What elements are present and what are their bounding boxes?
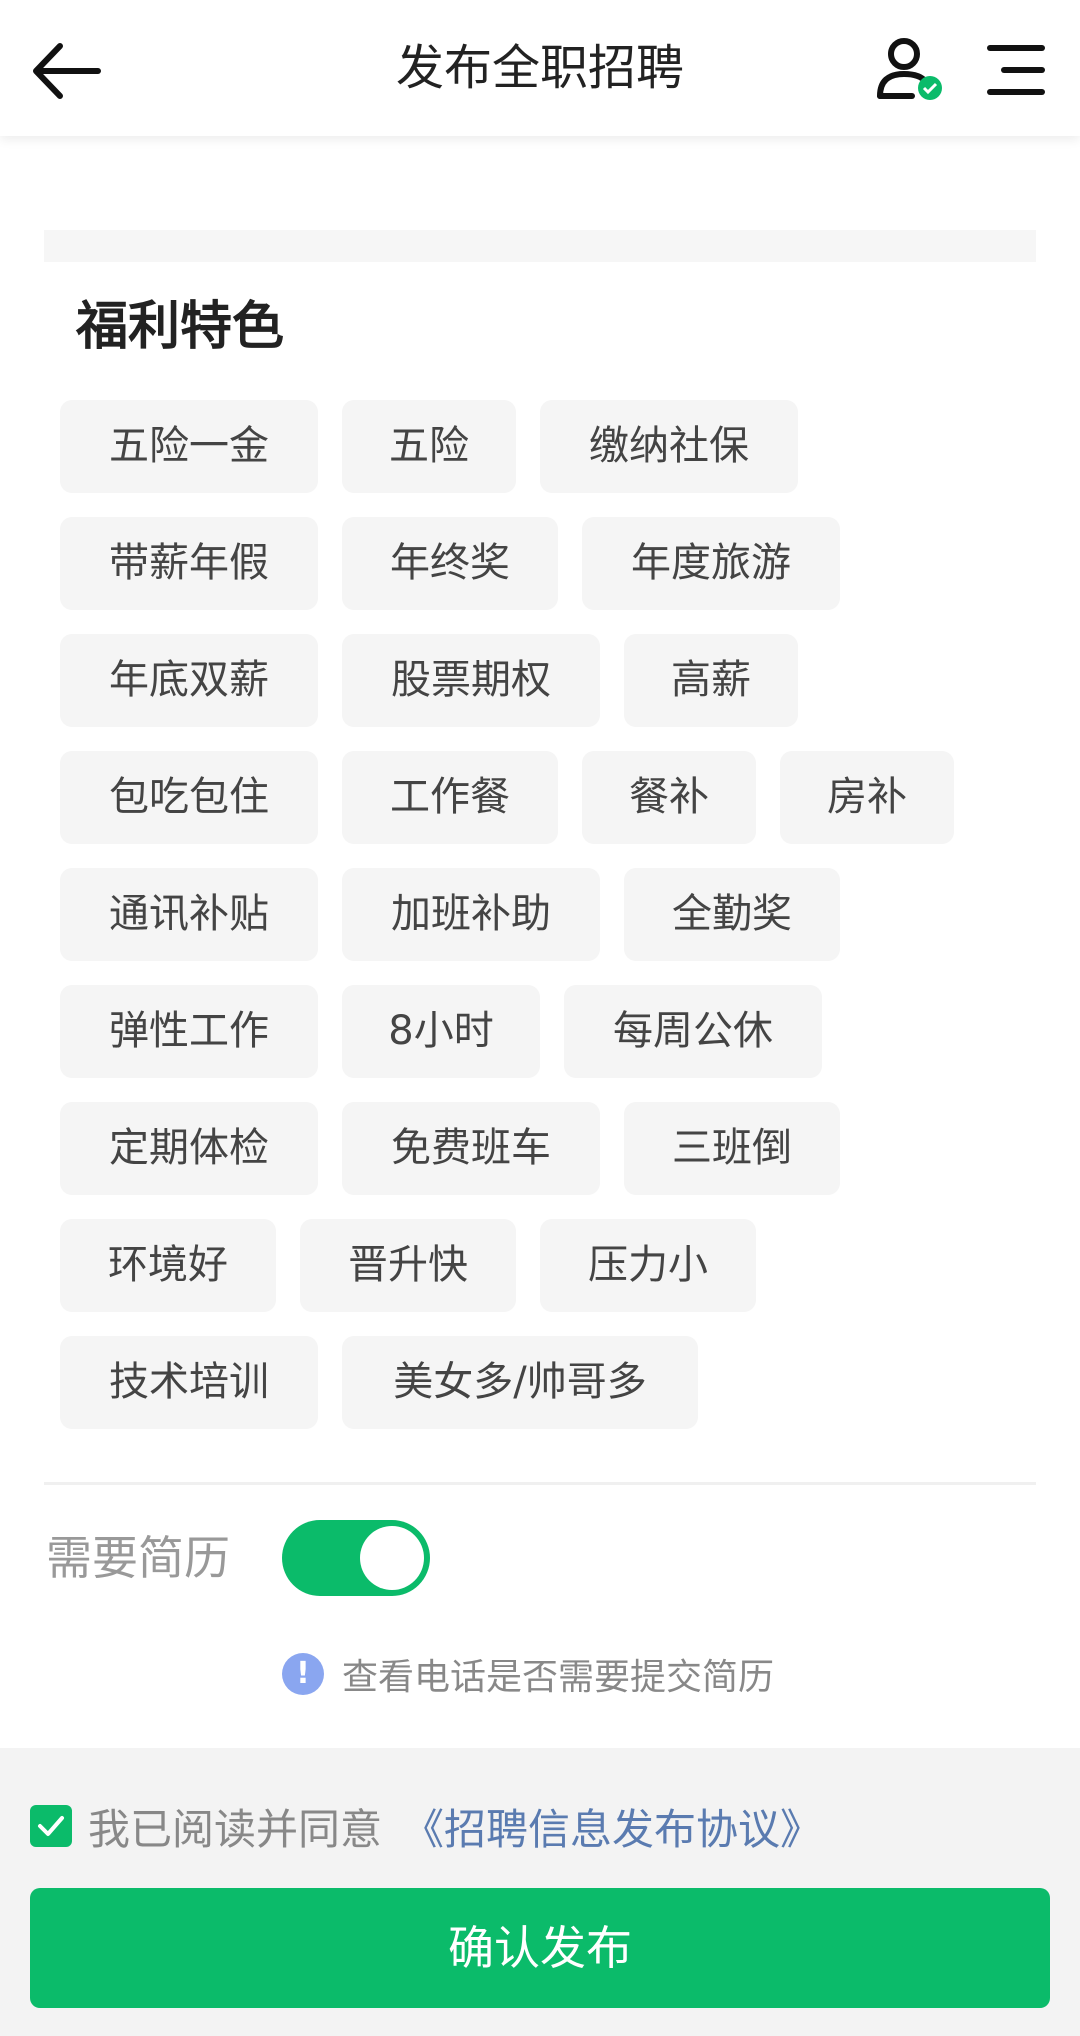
- agree-text: 我已阅读并同意: [88, 1804, 383, 1854]
- benefit-tag[interactable]: 五险一金: [60, 400, 318, 493]
- agreement-row: 我已阅读并同意 《招聘信息发布协议》: [30, 1796, 822, 1856]
- tag-row: 技术培训 美女多/帅哥多: [60, 1336, 1020, 1429]
- user-verified-icon[interactable]: [872, 34, 948, 110]
- benefit-tag[interactable]: 环境好: [60, 1219, 276, 1312]
- benefit-tag[interactable]: 工作餐: [342, 751, 558, 844]
- benefit-tag[interactable]: 股票期权: [342, 634, 600, 727]
- divider: [44, 1482, 1036, 1485]
- footer: 我已阅读并同意 《招聘信息发布协议》 确认发布: [0, 1748, 1080, 2036]
- benefit-tag[interactable]: 每周公休: [564, 985, 822, 1078]
- section-divider: [44, 230, 1036, 262]
- require-resume-toggle[interactable]: [282, 1520, 430, 1596]
- benefit-tag[interactable]: 五险: [342, 400, 516, 493]
- resume-hint: ! 查看电话是否需要提交简历: [282, 1652, 774, 1698]
- benefit-tags: 五险一金 五险 缴纳社保 带薪年假 年终奖 年度旅游 年底双薪 股票期权 高薪 …: [60, 400, 1020, 1453]
- info-icon: !: [282, 1653, 324, 1695]
- agreement-link[interactable]: 《招聘信息发布协议》: [402, 1796, 822, 1857]
- benefit-tag[interactable]: 年度旅游: [582, 517, 840, 610]
- tag-row: 定期体检 免费班车 三班倒: [60, 1102, 1020, 1195]
- confirm-publish-button[interactable]: 确认发布: [30, 1888, 1050, 2008]
- benefit-tag[interactable]: 高薪: [624, 634, 798, 727]
- top-bar: 发布全职招聘: [0, 0, 1080, 136]
- benefit-tag[interactable]: 年底双薪: [60, 634, 318, 727]
- benefit-tag[interactable]: 技术培训: [60, 1336, 318, 1429]
- benefit-tag[interactable]: 三班倒: [624, 1102, 840, 1195]
- benefit-tag[interactable]: 美女多/帅哥多: [342, 1336, 698, 1429]
- benefit-tag[interactable]: 加班补助: [342, 868, 600, 961]
- benefit-tag[interactable]: 缴纳社保: [540, 400, 798, 493]
- tag-row: 年底双薪 股票期权 高薪: [60, 634, 1020, 727]
- benefit-tag[interactable]: 年终奖: [342, 517, 558, 610]
- benefit-tag[interactable]: 房补: [780, 751, 954, 844]
- benefit-tag[interactable]: 压力小: [540, 1219, 756, 1312]
- benefit-tag[interactable]: 定期体检: [60, 1102, 318, 1195]
- benefit-tag[interactable]: 包吃包住: [60, 751, 318, 844]
- require-resume-label: 需要简历: [46, 1531, 230, 1585]
- agree-checkbox[interactable]: [30, 1805, 72, 1847]
- menu-icon[interactable]: [986, 40, 1046, 100]
- benefit-tag[interactable]: 弹性工作: [60, 985, 318, 1078]
- tag-row: 包吃包住 工作餐 餐补 房补: [60, 751, 1020, 844]
- resume-hint-text: 查看电话是否需要提交简历: [342, 1657, 775, 1698]
- benefit-tag[interactable]: 8小时: [342, 985, 540, 1078]
- tag-row: 通讯补贴 加班补助 全勤奖: [60, 868, 1020, 961]
- benefit-tag[interactable]: 带薪年假: [60, 517, 318, 610]
- tag-row: 环境好 晋升快 压力小: [60, 1219, 1020, 1312]
- benefit-tag[interactable]: 餐补: [582, 751, 756, 844]
- toggle-knob: [360, 1526, 424, 1590]
- benefits-title: 福利特色: [76, 297, 285, 357]
- tag-row: 带薪年假 年终奖 年度旅游: [60, 517, 1020, 610]
- check-icon: [38, 1816, 64, 1836]
- benefit-tag[interactable]: 全勤奖: [624, 868, 840, 961]
- tag-row: 弹性工作 8小时 每周公休: [60, 985, 1020, 1078]
- benefit-tag[interactable]: 晋升快: [300, 1219, 516, 1312]
- benefit-tag[interactable]: 通讯补贴: [60, 868, 318, 961]
- benefit-tag[interactable]: 免费班车: [342, 1102, 600, 1195]
- tag-row: 五险一金 五险 缴纳社保: [60, 400, 1020, 493]
